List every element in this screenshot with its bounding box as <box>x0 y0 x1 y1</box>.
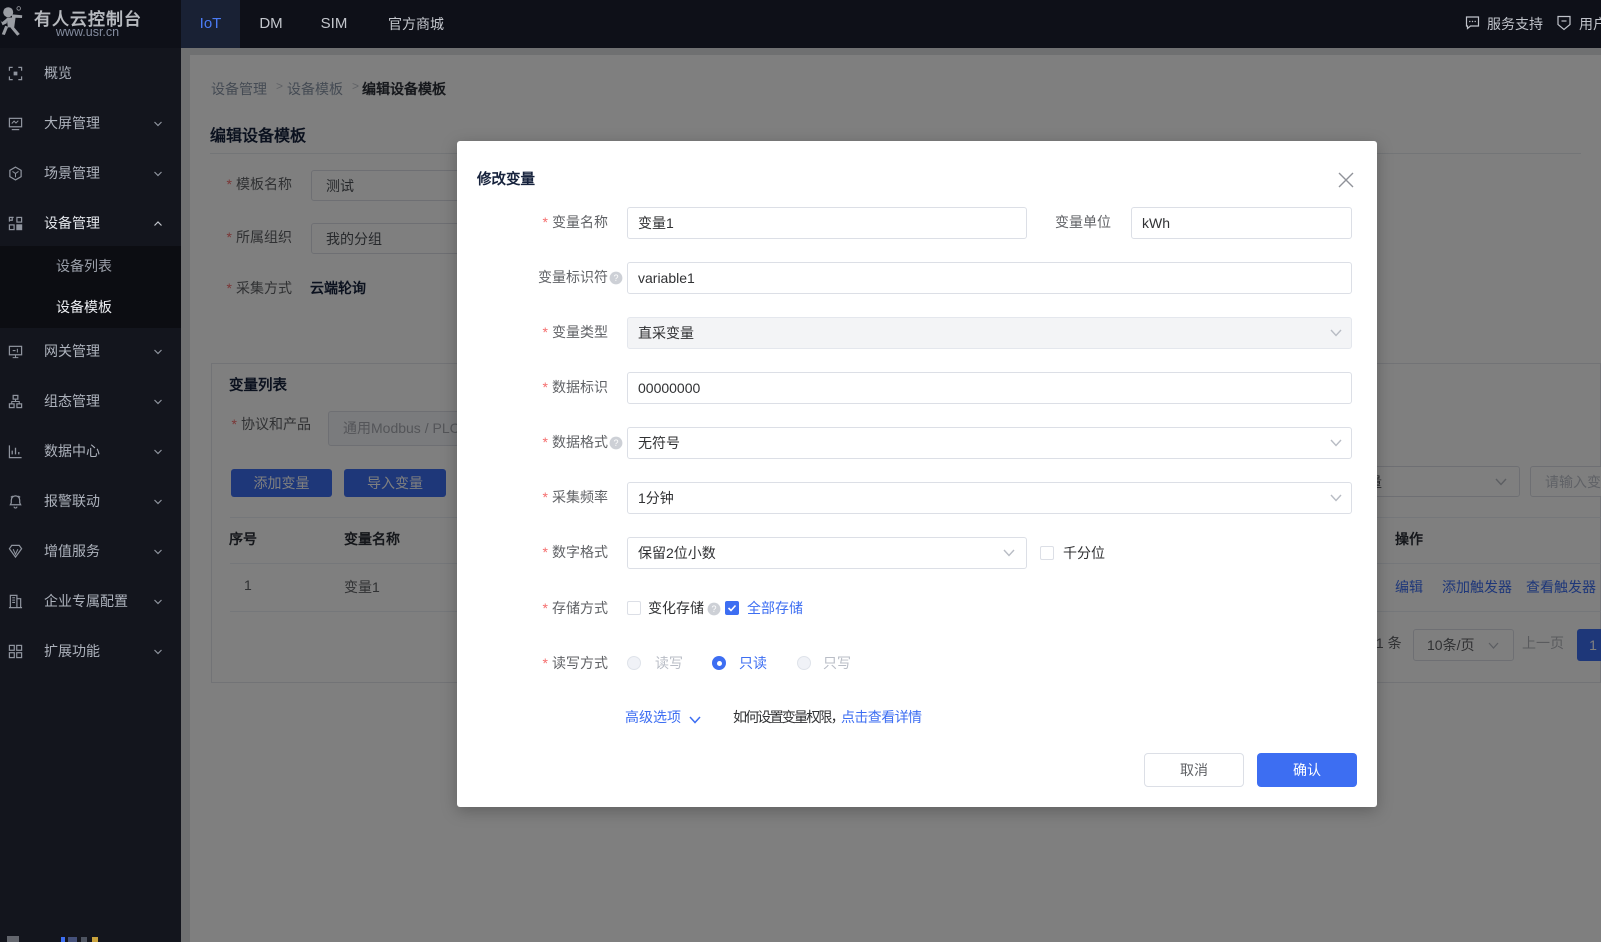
svg-text:?: ? <box>613 273 618 283</box>
svg-text:?: ? <box>613 438 618 448</box>
svg-text:?: ? <box>711 604 716 614</box>
